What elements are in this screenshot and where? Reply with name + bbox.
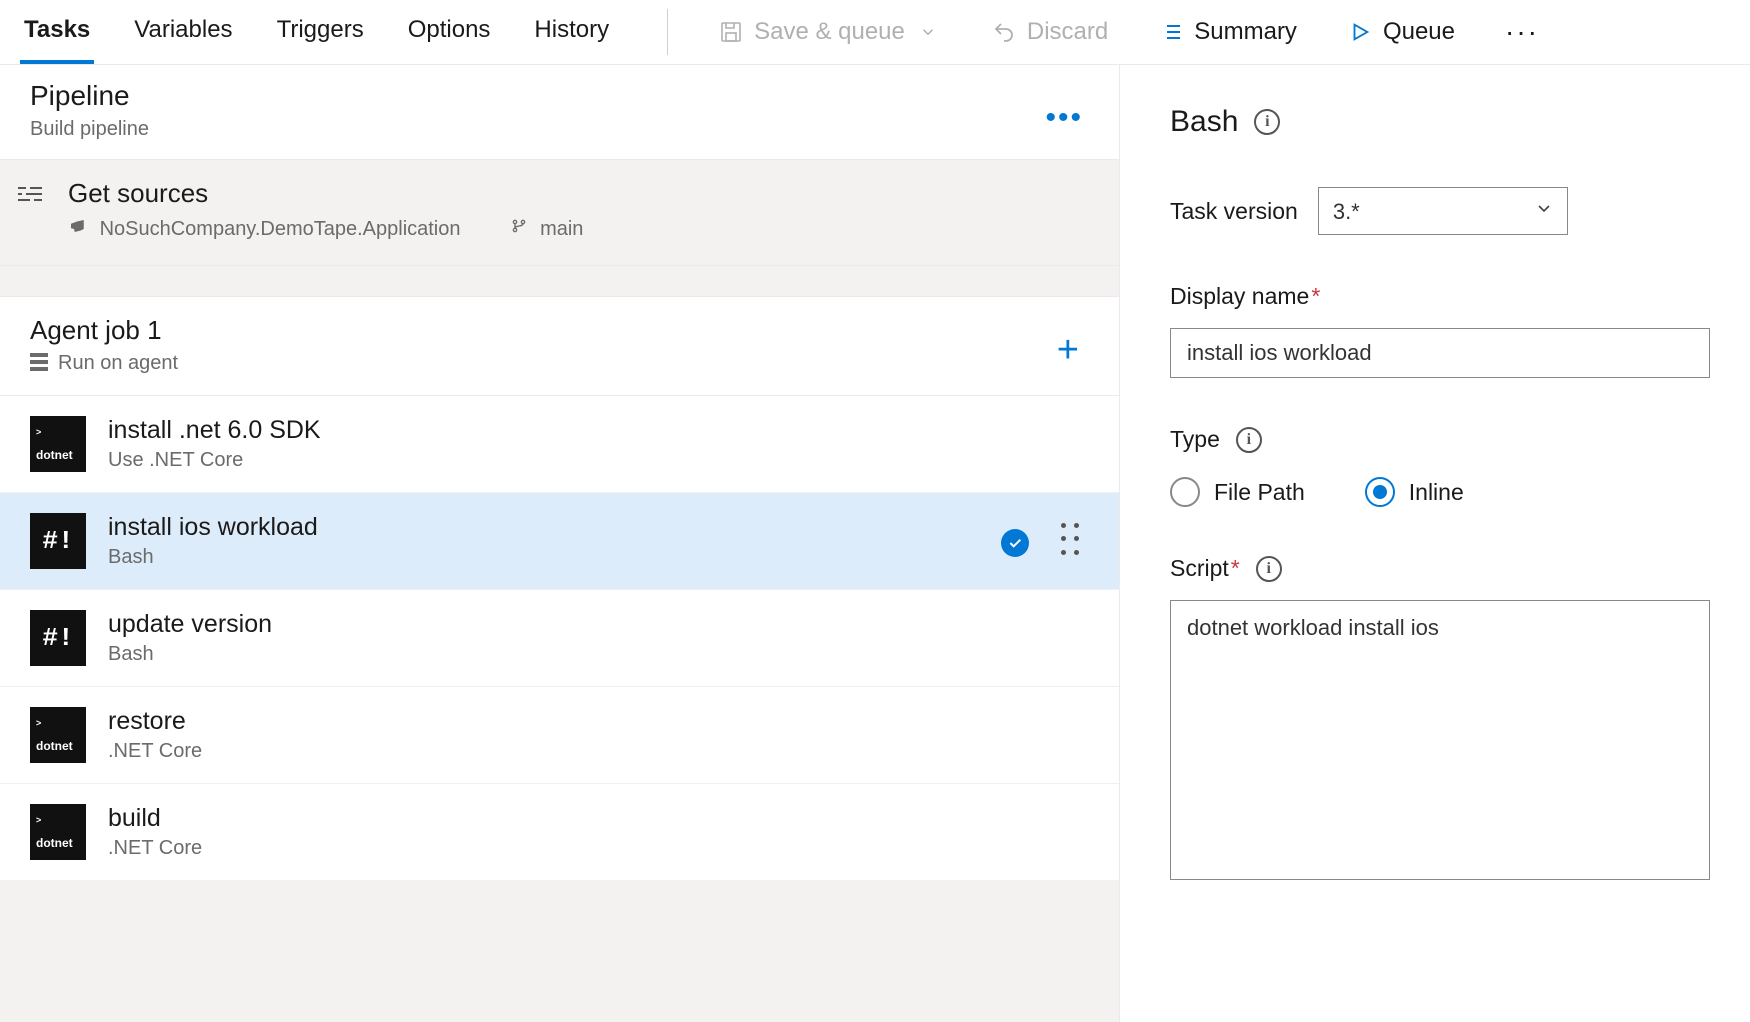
button-label: Queue bbox=[1383, 18, 1455, 46]
branch-label: main bbox=[511, 217, 584, 241]
dotnet-task-icon: >dotnet bbox=[30, 707, 86, 763]
step-titles: restore .NET Core bbox=[108, 707, 202, 763]
radio-label: File Path bbox=[1214, 479, 1305, 506]
dotnet-task-icon: >dotnet bbox=[30, 416, 86, 472]
task-details-panel: Bash i Task version 3.* Display name* bbox=[1120, 65, 1750, 1022]
step-titles: install ios workload Bash bbox=[108, 513, 318, 569]
step-titles: update version Bash bbox=[108, 610, 272, 666]
summary-button[interactable]: Summary bbox=[1152, 14, 1303, 50]
step-row[interactable]: #! update version Bash bbox=[0, 590, 1119, 687]
script-label: Script* bbox=[1170, 555, 1240, 582]
tab-variables[interactable]: Variables bbox=[130, 0, 236, 64]
play-icon bbox=[1347, 19, 1373, 45]
bash-task-icon: #! bbox=[30, 610, 86, 666]
step-name: build bbox=[108, 804, 202, 833]
step-row[interactable]: >dotnet restore .NET Core bbox=[0, 687, 1119, 784]
queue-button[interactable]: Queue bbox=[1341, 14, 1461, 50]
step-task-type: Use .NET Core bbox=[108, 449, 321, 472]
task-heading: Bash bbox=[1170, 105, 1238, 139]
step-task-type: Bash bbox=[108, 546, 318, 569]
step-row[interactable]: >dotnet install .net 6.0 SDK Use .NET Core bbox=[0, 396, 1119, 493]
tab-history[interactable]: History bbox=[530, 0, 613, 64]
job-subtitle: Run on agent bbox=[58, 352, 178, 375]
dotnet-task-icon: >dotnet bbox=[30, 804, 86, 860]
info-icon[interactable]: i bbox=[1236, 427, 1262, 453]
agent-icon bbox=[30, 353, 48, 374]
info-icon[interactable]: i bbox=[1256, 556, 1282, 582]
repo-name: NoSuchCompany.DemoTape.Application bbox=[100, 218, 461, 240]
get-sources-icon bbox=[10, 178, 50, 204]
get-sources-row[interactable]: Get sources NoSuchCompany.DemoTape.Appli… bbox=[0, 160, 1119, 266]
radio-icon bbox=[1365, 477, 1395, 507]
display-name-label: Display name* bbox=[1170, 283, 1320, 310]
step-task-type: .NET Core bbox=[108, 837, 202, 860]
toolbar-divider bbox=[667, 9, 668, 55]
pipeline-panel: Pipeline Build pipeline ••• Get sources bbox=[0, 65, 1120, 1022]
bash-task-icon: #! bbox=[30, 513, 86, 569]
tab-strip: Tasks Variables Triggers Options History bbox=[20, 0, 613, 64]
repo-label: NoSuchCompany.DemoTape.Application bbox=[68, 217, 461, 241]
task-version-select[interactable]: 3.* bbox=[1318, 187, 1568, 235]
tab-label: Options bbox=[408, 16, 491, 44]
display-name-input[interactable] bbox=[1170, 328, 1710, 378]
type-radio-inline[interactable]: Inline bbox=[1365, 477, 1464, 507]
drag-handle-icon[interactable] bbox=[1061, 523, 1083, 559]
save-and-queue-button[interactable]: Save & queue bbox=[712, 14, 947, 50]
step-name: update version bbox=[108, 610, 272, 639]
step-row[interactable]: #! install ios workload Bash bbox=[0, 493, 1119, 590]
step-task-type: .NET Core bbox=[108, 740, 202, 763]
pipeline-more-icon[interactable]: ••• bbox=[1045, 101, 1083, 135]
tab-label: History bbox=[534, 16, 609, 44]
chevron-down-icon bbox=[915, 19, 941, 45]
top-toolbar: Tasks Variables Triggers Options History… bbox=[0, 0, 1750, 65]
get-sources-title: Get sources bbox=[68, 178, 583, 209]
button-label: Summary bbox=[1194, 18, 1297, 46]
type-label: Type bbox=[1170, 426, 1220, 453]
undo-icon bbox=[991, 19, 1017, 45]
task-version-label: Task version bbox=[1170, 198, 1298, 225]
type-radio-file-path[interactable]: File Path bbox=[1170, 477, 1305, 507]
job-title: Agent job 1 bbox=[30, 315, 1089, 346]
step-row[interactable]: >dotnet build .NET Core bbox=[0, 784, 1119, 880]
main-split: Pipeline Build pipeline ••• Get sources bbox=[0, 65, 1750, 1022]
more-actions-button[interactable]: ··· bbox=[1499, 14, 1545, 50]
tab-label: Triggers bbox=[277, 16, 364, 44]
radio-icon bbox=[1170, 477, 1200, 507]
radio-label: Inline bbox=[1409, 479, 1464, 506]
agent-job-header[interactable]: Agent job 1 Run on agent + bbox=[0, 296, 1119, 396]
step-titles: build .NET Core bbox=[108, 804, 202, 860]
step-titles: install .net 6.0 SDK Use .NET Core bbox=[108, 416, 321, 472]
add-step-button[interactable]: + bbox=[1057, 329, 1079, 372]
steps-list: >dotnet install .net 6.0 SDK Use .NET Core… bbox=[0, 396, 1119, 880]
list-icon bbox=[1158, 19, 1184, 45]
info-icon[interactable]: i bbox=[1254, 109, 1280, 135]
save-icon bbox=[718, 19, 744, 45]
pipeline-header[interactable]: Pipeline Build pipeline ••• bbox=[0, 65, 1119, 160]
step-name: restore bbox=[108, 707, 202, 736]
azure-devops-icon bbox=[68, 218, 92, 240]
valid-check-icon bbox=[1001, 529, 1029, 557]
step-name: install ios workload bbox=[108, 513, 318, 542]
tab-options[interactable]: Options bbox=[404, 0, 495, 64]
pipeline-title: Pipeline bbox=[30, 80, 1089, 112]
tab-label: Variables bbox=[134, 16, 232, 44]
discard-button[interactable]: Discard bbox=[985, 14, 1114, 50]
tab-triggers[interactable]: Triggers bbox=[273, 0, 368, 64]
button-label: Save & queue bbox=[754, 18, 905, 46]
script-textarea[interactable]: dotnet workload install ios bbox=[1170, 600, 1710, 880]
button-label: Discard bbox=[1027, 18, 1108, 46]
step-task-type: Bash bbox=[108, 643, 272, 666]
get-sources-body: Get sources NoSuchCompany.DemoTape.Appli… bbox=[68, 178, 583, 241]
tab-tasks[interactable]: Tasks bbox=[20, 0, 94, 64]
branch-name: main bbox=[540, 218, 583, 240]
branch-icon bbox=[511, 218, 533, 240]
step-name: install .net 6.0 SDK bbox=[108, 416, 321, 445]
tab-label: Tasks bbox=[24, 16, 90, 44]
pipeline-subtitle: Build pipeline bbox=[30, 118, 1089, 141]
